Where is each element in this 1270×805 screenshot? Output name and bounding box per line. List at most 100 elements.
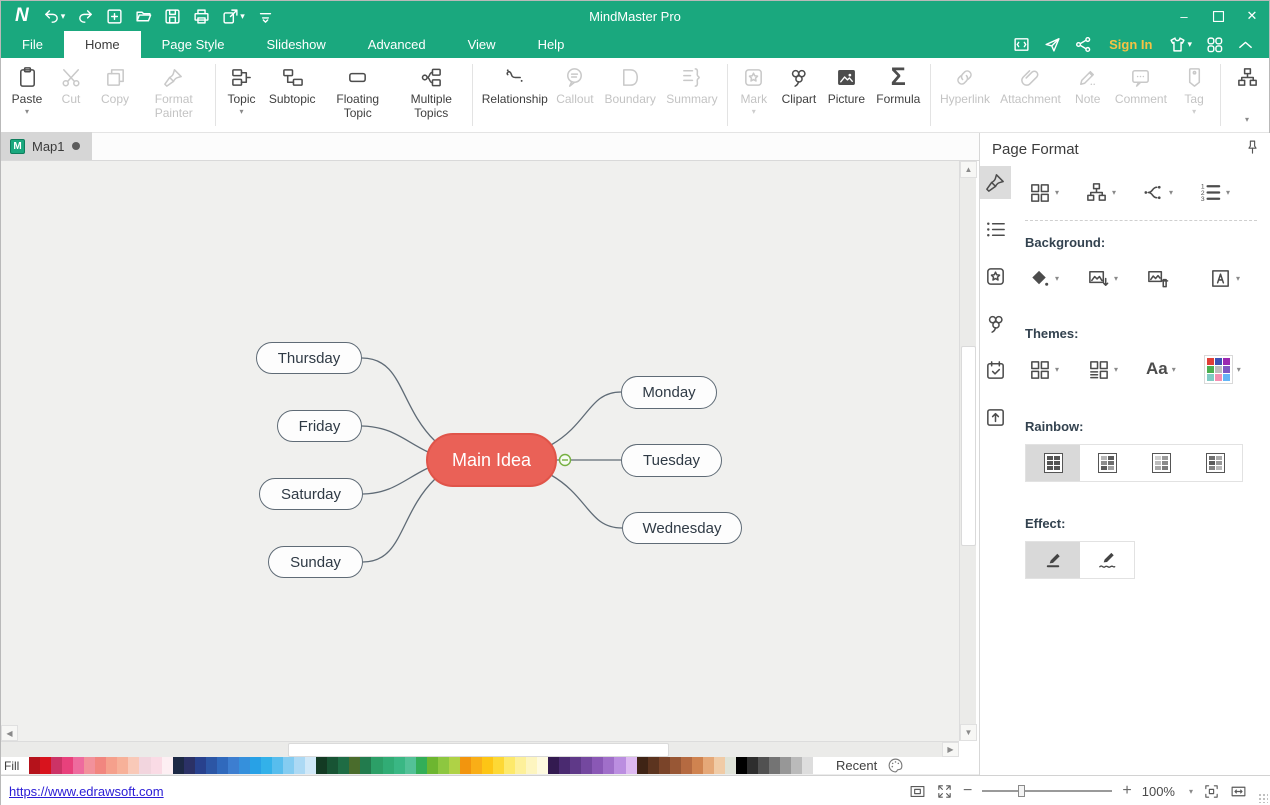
redo-button[interactable] [72, 3, 99, 29]
sign-in-button[interactable]: Sign In [1101, 37, 1160, 52]
picture-button[interactable]: Picture [822, 58, 871, 132]
color-swatch[interactable] [780, 757, 791, 774]
zoom-slider[interactable] [982, 790, 1112, 792]
color-swatch[interactable] [471, 757, 482, 774]
zoom-out-button[interactable]: − [963, 782, 972, 800]
color-swatch[interactable] [62, 757, 73, 774]
remove-background-image-button[interactable] [1143, 263, 1172, 294]
relationship-button[interactable]: Relationship [477, 58, 551, 132]
color-swatch[interactable] [272, 757, 283, 774]
color-swatch[interactable] [482, 757, 493, 774]
export-button[interactable]: ▾ [217, 3, 250, 29]
clipart-tab-button[interactable] [980, 307, 1011, 340]
horizontal-scroll-thumb[interactable] [288, 743, 669, 757]
rainbow-option-1[interactable] [1026, 445, 1080, 481]
pin-panel-icon[interactable] [1244, 139, 1261, 160]
color-swatch[interactable] [659, 757, 670, 774]
attachment-button[interactable]: Attachment [995, 58, 1065, 132]
export-tab-button[interactable] [980, 401, 1011, 434]
scroll-down-button[interactable]: ▼ [960, 724, 977, 741]
color-swatch[interactable] [184, 757, 195, 774]
effect-normal-button[interactable] [1026, 542, 1080, 578]
color-swatch[interactable] [162, 757, 173, 774]
color-swatch[interactable] [73, 757, 84, 774]
menu-page-style[interactable]: Page Style [141, 31, 246, 58]
vertical-scroll-thumb[interactable] [961, 346, 976, 546]
menu-slideshow[interactable]: Slideshow [246, 31, 347, 58]
color-swatch[interactable] [637, 757, 648, 774]
tag-caret-icon[interactable]: ▾ [1192, 107, 1196, 116]
mindmap-topic-node[interactable]: Tuesday [621, 444, 722, 477]
color-swatch[interactable] [438, 757, 449, 774]
undo-caret-icon[interactable]: ▾ [61, 11, 66, 22]
format-tab-button[interactable] [980, 166, 1011, 199]
clipart-button[interactable]: Clipart [776, 58, 822, 132]
rainbow-option-3[interactable] [1134, 445, 1188, 481]
background-fill-button[interactable]: ▾ [1025, 263, 1062, 294]
color-swatch[interactable] [371, 757, 382, 774]
more-colors-button[interactable] [887, 757, 904, 774]
color-swatch[interactable] [305, 757, 316, 774]
hyperlink-button[interactable]: Hyperlink [935, 58, 996, 132]
color-swatch[interactable] [758, 757, 769, 774]
color-swatch[interactable] [449, 757, 460, 774]
color-swatch[interactable] [791, 757, 802, 774]
color-swatch[interactable] [427, 757, 438, 774]
share-button[interactable] [1070, 31, 1097, 58]
color-swatch[interactable] [139, 757, 150, 774]
collapse-ribbon-button[interactable] [1232, 31, 1259, 58]
outline-tab-button[interactable] [980, 213, 1011, 246]
color-swatch[interactable] [261, 757, 272, 774]
color-swatch[interactable] [117, 757, 128, 774]
connector-style-button[interactable]: ▾ [1139, 177, 1176, 208]
color-swatch[interactable] [570, 757, 581, 774]
color-swatch[interactable] [151, 757, 162, 774]
color-swatch[interactable] [504, 757, 515, 774]
color-swatch[interactable] [394, 757, 405, 774]
color-swatch[interactable] [217, 757, 228, 774]
zoom-level[interactable]: 100% [1142, 784, 1175, 799]
minimize-button[interactable]: – [1167, 1, 1201, 31]
customize-toolbar-button[interactable] [252, 3, 279, 29]
callout-button[interactable]: Callout [551, 58, 600, 132]
print-button[interactable] [188, 3, 215, 29]
vertical-scrollbar[interactable]: ▲ ▼ [959, 161, 976, 741]
format-painter-button[interactable]: Format Painter [137, 58, 211, 132]
color-swatch[interactable] [106, 757, 117, 774]
apps-grid-button[interactable] [1201, 31, 1228, 58]
horizontal-scrollbar[interactable]: ◀ ▶ [1, 741, 959, 757]
tshirt-theme-button[interactable]: ▾ [1164, 31, 1197, 58]
color-swatch[interactable] [349, 757, 360, 774]
scroll-right-button[interactable]: ▶ [942, 742, 959, 757]
paste-caret-icon[interactable]: ▾ [25, 107, 29, 116]
mindmap-topic-node[interactable]: Thursday [256, 342, 362, 374]
cut-button[interactable]: Cut [49, 58, 93, 132]
rainbow-option-2[interactable] [1080, 445, 1134, 481]
topic-caret-icon[interactable]: ▾ [239, 107, 243, 116]
color-swatch[interactable] [173, 757, 184, 774]
color-swatch[interactable] [250, 757, 261, 774]
effect-hand-drawn-button[interactable] [1080, 542, 1134, 578]
presentation-button[interactable] [1008, 31, 1035, 58]
task-tab-button[interactable] [980, 354, 1011, 387]
color-swatch[interactable] [338, 757, 349, 774]
color-swatch[interactable] [228, 757, 239, 774]
color-swatch[interactable] [648, 757, 659, 774]
theme-font-button[interactable]: Aa▾ [1143, 355, 1179, 383]
color-swatch[interactable] [493, 757, 504, 774]
structure-caret-icon[interactable]: ▾ [1245, 115, 1249, 124]
numbering-button[interactable]: 123▾ [1196, 177, 1233, 208]
color-swatch[interactable] [769, 757, 780, 774]
tag-button[interactable]: Tag ▾ [1172, 58, 1216, 132]
layout-style-button[interactable]: ▾ [1025, 177, 1062, 208]
color-swatch[interactable] [294, 757, 305, 774]
mindmap-topic-node[interactable]: Friday [277, 410, 362, 442]
color-swatch[interactable] [592, 757, 603, 774]
color-scheme-button[interactable]: ▾ [1201, 351, 1244, 388]
menu-help[interactable]: Help [517, 31, 586, 58]
resize-grip[interactable] [1258, 793, 1268, 803]
mindmap-canvas[interactable]: Main IdeaMondayTuesdayWednesdayThursdayF… [1, 161, 959, 741]
color-swatch[interactable] [316, 757, 327, 774]
mindmap-topic-node[interactable]: Monday [621, 376, 717, 409]
color-swatch[interactable] [195, 757, 206, 774]
